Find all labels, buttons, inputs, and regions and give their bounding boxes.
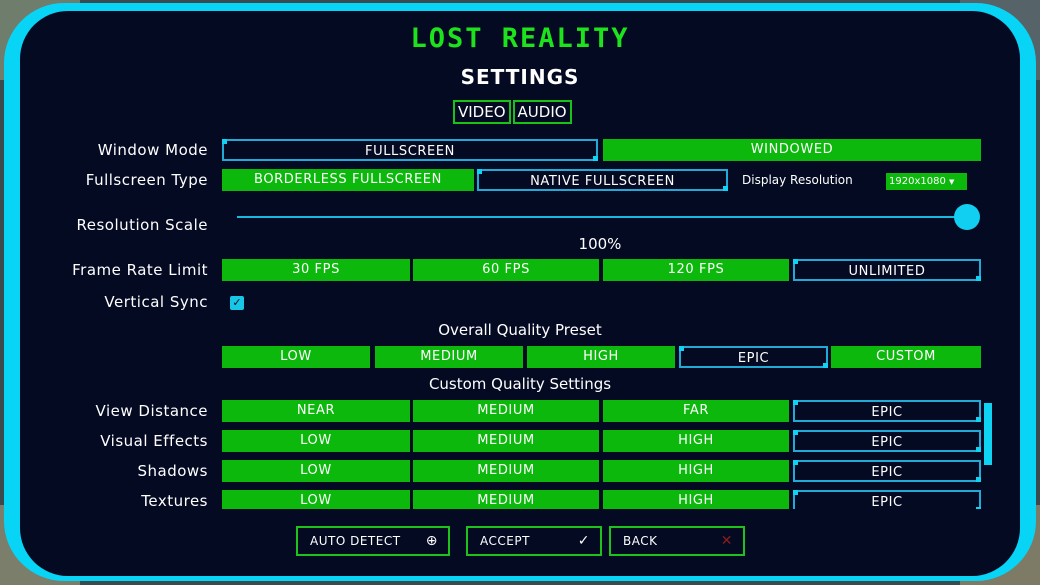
tab-video[interactable]: VIDEO <box>453 100 511 124</box>
textures-label: Textures <box>141 492 208 509</box>
back-button[interactable]: BACK ✕ <box>609 526 745 556</box>
textures-medium-button[interactable]: MEDIUM <box>413 490 599 509</box>
view-distance-label: View Distance <box>95 402 208 420</box>
display-resolution-label: Display Resolution <box>742 173 853 187</box>
preset-high-button[interactable]: HIGH <box>527 346 675 368</box>
fps-30-button[interactable]: 30 FPS <box>222 259 410 281</box>
custom-quality-list: View Distance NEAR MEDIUM FAR EPIC Visua… <box>20 395 1020 509</box>
view-distance-near-button[interactable]: NEAR <box>222 400 410 422</box>
page-title: SETTINGS <box>460 65 580 89</box>
checkmark-icon: ✓ <box>577 533 590 549</box>
shadows-high-button[interactable]: HIGH <box>603 460 789 482</box>
frame-rate-limit-label: Frame Rate Limit <box>72 261 208 279</box>
visual-effects-medium-button[interactable]: MEDIUM <box>413 430 599 452</box>
preset-epic-button[interactable]: EPIC <box>679 346 828 368</box>
fullscreen-type-borderless-button[interactable]: BORDERLESS FULLSCREEN <box>222 169 474 191</box>
crosshair-icon: ⊕ <box>425 533 438 549</box>
view-distance-epic-button[interactable]: EPIC <box>793 400 981 422</box>
visual-effects-label: Visual Effects <box>100 432 208 450</box>
shadows-low-button[interactable]: LOW <box>222 460 410 482</box>
shadows-label: Shadows <box>137 462 208 480</box>
fullscreen-type-native-button[interactable]: NATIVE FULLSCREEN <box>477 169 728 191</box>
textures-high-button[interactable]: HIGH <box>603 490 789 509</box>
auto-detect-label: AUTO DETECT <box>310 534 401 548</box>
visual-effects-high-button[interactable]: HIGH <box>603 430 789 452</box>
visual-effects-epic-button[interactable]: EPIC <box>793 430 981 452</box>
settings-panel: LOST REALITY SETTINGS VIDEO AUDIO Window… <box>20 11 1020 576</box>
view-distance-far-button[interactable]: FAR <box>603 400 789 422</box>
preset-medium-button[interactable]: MEDIUM <box>375 346 523 368</box>
display-resolution-dropdown[interactable]: 1920x1080 ▼ <box>886 173 967 190</box>
display-resolution-value: 1920x1080 <box>889 176 946 187</box>
game-title: LOST REALITY <box>410 23 630 54</box>
vertical-sync-checkbox[interactable]: ✓ <box>230 296 244 310</box>
fps-unlimited-button[interactable]: UNLIMITED <box>793 259 981 281</box>
chevron-down-icon: ▼ <box>949 178 955 186</box>
resolution-scale-slider-knob[interactable] <box>954 204 980 230</box>
visual-effects-low-button[interactable]: LOW <box>222 430 410 452</box>
custom-quality-heading: Custom Quality Settings <box>428 375 612 393</box>
fullscreen-type-label: Fullscreen Type <box>85 171 208 189</box>
view-distance-medium-button[interactable]: MEDIUM <box>413 400 599 422</box>
settings-frame: LOST REALITY SETTINGS VIDEO AUDIO Window… <box>4 3 1036 581</box>
preset-custom-button[interactable]: CUSTOM <box>831 346 981 368</box>
shadows-medium-button[interactable]: MEDIUM <box>413 460 599 482</box>
window-mode-fullscreen-button[interactable]: FULLSCREEN <box>222 139 598 161</box>
close-icon: ✕ <box>720 533 733 549</box>
accept-label: ACCEPT <box>480 534 530 548</box>
tab-audio[interactable]: AUDIO <box>512 100 572 124</box>
custom-quality-scrollbar[interactable] <box>984 403 992 465</box>
accept-button[interactable]: ACCEPT ✓ <box>466 526 602 556</box>
window-mode-windowed-button[interactable]: WINDOWED <box>603 139 981 161</box>
auto-detect-button[interactable]: AUTO DETECT ⊕ <box>296 526 450 556</box>
shadows-epic-button[interactable]: EPIC <box>793 460 981 482</box>
window-mode-label: Window Mode <box>97 141 208 159</box>
textures-low-button[interactable]: LOW <box>222 490 410 509</box>
vertical-sync-label: Vertical Sync <box>104 293 208 311</box>
back-label: BACK <box>623 534 658 548</box>
tab-bar: VIDEO AUDIO <box>453 100 572 124</box>
fps-60-button[interactable]: 60 FPS <box>413 259 599 281</box>
textures-epic-button[interactable]: EPIC <box>793 490 981 509</box>
resolution-scale-value: 100% <box>578 235 622 253</box>
resolution-scale-slider-track[interactable] <box>237 216 970 218</box>
resolution-scale-label: Resolution Scale <box>76 216 208 234</box>
overall-quality-heading: Overall Quality Preset <box>438 321 602 339</box>
fps-120-button[interactable]: 120 FPS <box>603 259 789 281</box>
preset-low-button[interactable]: LOW <box>222 346 370 368</box>
